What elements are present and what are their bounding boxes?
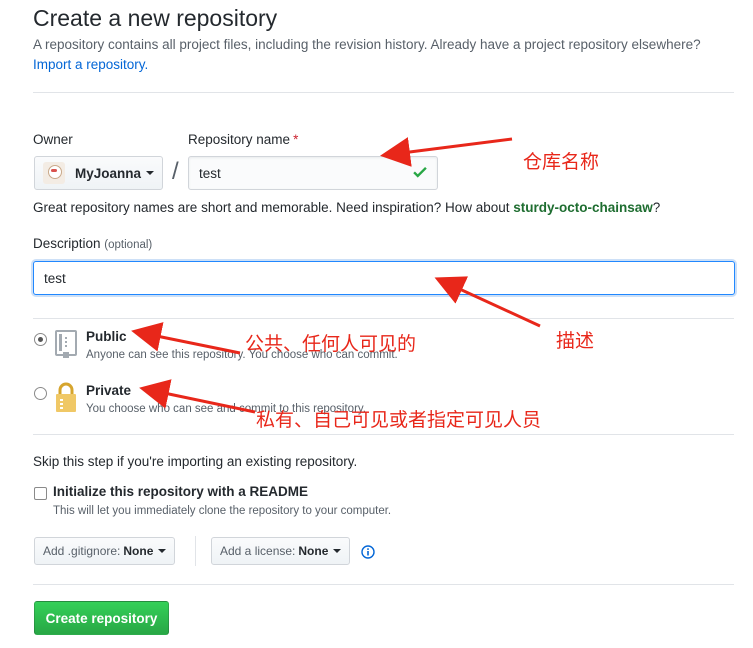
annotation-arrows — [131, 137, 541, 414]
annotation-description: 描述 — [556, 330, 595, 352]
arrow-repo-name — [380, 137, 513, 167]
annotation-private: 私有、自己可见或者指定可见人员 — [256, 409, 542, 431]
arrow-private — [139, 379, 256, 414]
arrow-description — [434, 276, 541, 328]
annotation-repo-name: 仓库名称 — [523, 151, 600, 173]
arrow-public — [131, 322, 241, 355]
annotation-public: 公共、任何人可见的 — [245, 333, 417, 355]
